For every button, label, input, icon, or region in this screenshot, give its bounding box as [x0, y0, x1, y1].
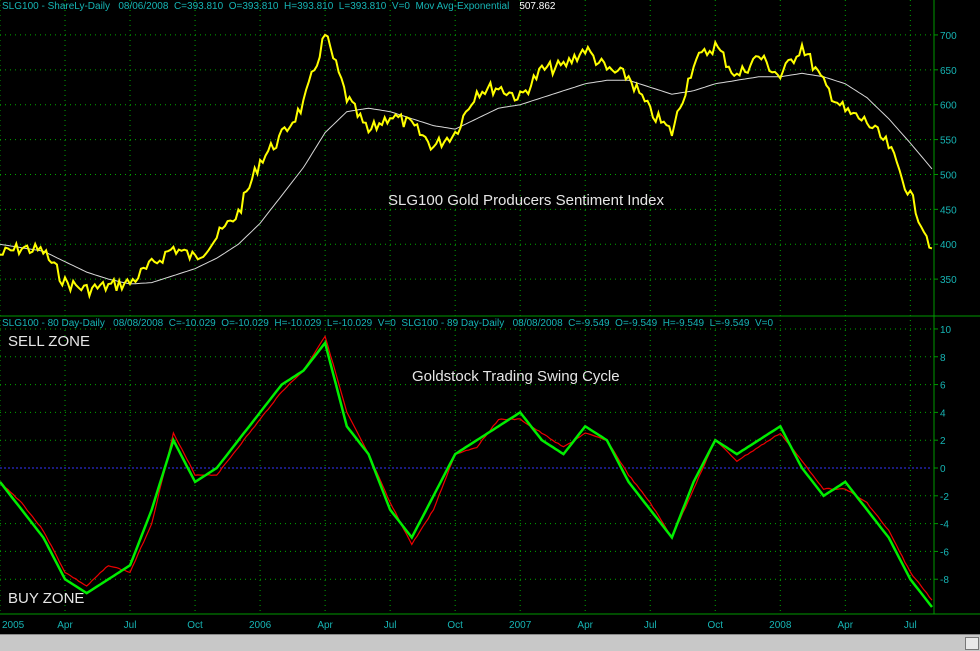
x-tick-label: Jul: [384, 620, 397, 631]
price-tick-label: 550: [940, 136, 957, 147]
x-tick-label: Oct: [187, 620, 203, 631]
osc-tick-label: -2: [940, 492, 949, 503]
x-tick-label: 2006: [249, 620, 272, 631]
x-tick-label: Apr: [577, 620, 593, 631]
price-tick-label: 400: [940, 240, 957, 251]
x-tick-label: Apr: [317, 620, 333, 631]
osc-tick-label: 8: [940, 353, 946, 364]
x-tick-label: Oct: [447, 620, 463, 631]
price-tick-label: 650: [940, 66, 957, 77]
chart-canvas: 350 400 450 500 550 600 650 700 10 8 6 4 2 0 -2 -4 -6 -8 2…: [0, 0, 980, 631]
x-tick-label: 2005: [2, 620, 25, 631]
sell-zone-label: SELL ZONE: [8, 333, 90, 350]
x-tick-label: Oct: [707, 620, 723, 631]
osc-tick-label: -4: [940, 520, 949, 531]
price-tick-label: 350: [940, 275, 957, 286]
price-tick-label: 700: [940, 31, 957, 42]
buy-zone-label: BUY ZONE: [8, 590, 85, 607]
x-tick-label: Jul: [644, 620, 657, 631]
oscillator-header: SLG100 - 80 Day-Daily 08/08/2008 C=-10.0…: [2, 318, 774, 329]
osc-tick-label: 0: [940, 464, 946, 475]
osc-tick-label: -6: [940, 547, 949, 558]
oscillator-chart-title: Goldstock Trading Swing Cycle: [412, 368, 620, 385]
x-tick-label: Apr: [838, 620, 854, 631]
osc-tick-label: 4: [940, 408, 946, 419]
price-header-text: SLG100 - ShareLy-Daily 08/06/2008 C=393.…: [2, 1, 510, 12]
price-tick-label: 500: [940, 170, 957, 181]
x-tick-label: 2007: [509, 620, 532, 631]
price-tick-label: 450: [940, 205, 957, 216]
osc-tick-label: 6: [940, 381, 946, 392]
osc-tick-label: 2: [940, 436, 946, 447]
osc-tick-label: -8: [940, 575, 949, 586]
x-tick-label: Jul: [904, 620, 917, 631]
x-tick-label: Apr: [57, 620, 73, 631]
price-chart-title: SLG100 Gold Producers Sentiment Index: [388, 192, 664, 209]
price-line: [0, 33, 933, 300]
price-header: SLG100 - ShareLy-Daily 08/06/2008 C=393.…: [2, 1, 555, 12]
scrollbar-thumb[interactable]: [965, 637, 979, 650]
price-tick-label: 600: [940, 101, 957, 112]
ma-value: 507.862: [519, 1, 556, 12]
x-tick-label: 2008: [769, 620, 792, 631]
horizontal-scrollbar[interactable]: [0, 634, 980, 651]
osc-tick-label: 10: [940, 325, 952, 336]
x-tick-label: Jul: [124, 620, 137, 631]
